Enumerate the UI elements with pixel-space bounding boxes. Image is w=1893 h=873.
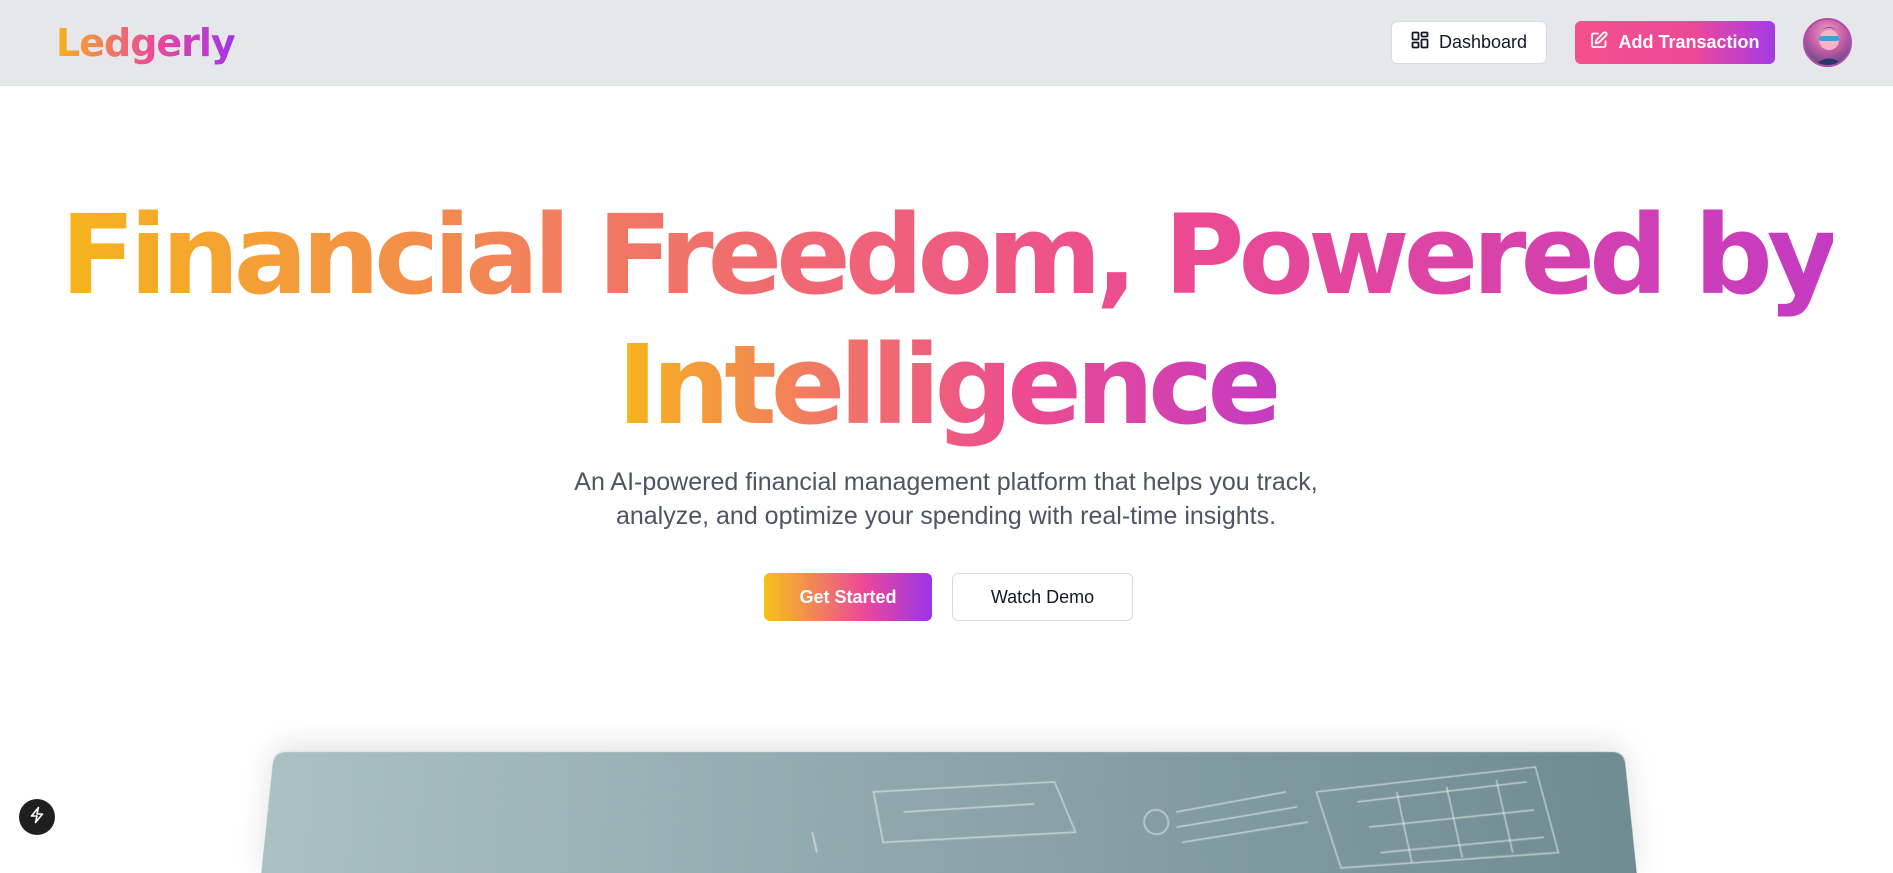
top-navbar: Ledgerly Dashboard Add Transaction [0,0,1893,86]
product-preview-image [261,752,1637,873]
add-transaction-label: Add Transaction [1618,32,1760,52]
hero-subtitle-line-1: An AI-powered financial management platf… [574,468,1318,496]
get-started-button[interactable]: Get Started [764,573,932,621]
logo[interactable]: Ledgerly [56,19,236,67]
dashboard-button-label: Dashboard [1438,32,1528,52]
edit-icon [1590,31,1608,54]
bolt-icon [28,806,46,829]
hero-subtitle-line-2: analyze, and optimize your spending with… [615,502,1277,530]
bolt-floating-button[interactable] [19,799,55,835]
grid-icon [1411,31,1429,54]
watch-demo-button[interactable]: Watch Demo [952,573,1133,621]
dashboard-button[interactable]: Dashboard [1391,21,1547,64]
hero-subtitle: An AI-powered financial management platf… [546,465,1346,533]
add-transaction-button[interactable]: Add Transaction [1575,21,1775,64]
hero-title-line-1: Financial Freedom, Powered by [60,191,1838,319]
hero-title-line-2: Intelligence [616,321,1282,449]
hero-title: Financial Freedom, Powered by Intelligen… [0,190,1893,450]
user-avatar[interactable] [1803,18,1852,67]
